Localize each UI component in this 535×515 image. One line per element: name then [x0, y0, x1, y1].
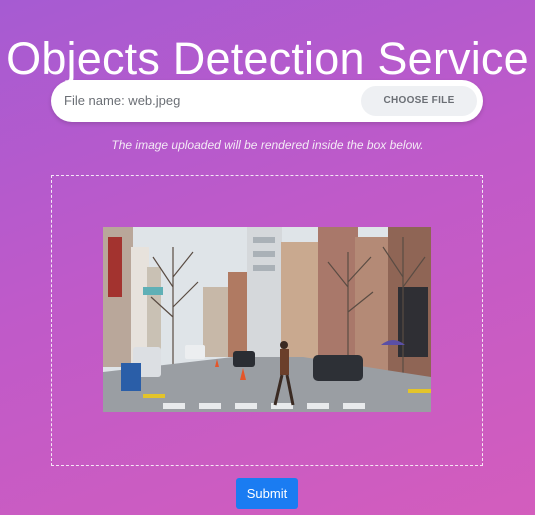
file-input[interactable]: File name: web.jpeg CHOOSE FILE: [51, 80, 483, 122]
submit-button[interactable]: Submit: [236, 478, 298, 509]
upload-hint: The image uploaded will be rendered insi…: [111, 138, 424, 152]
page-title: Objects Detection Service: [6, 33, 529, 85]
file-name-label: File name: web.jpeg: [64, 93, 181, 108]
street-scene-photo: [103, 227, 431, 412]
uploaded-image-preview: [103, 227, 431, 412]
choose-file-button[interactable]: CHOOSE FILE: [361, 86, 477, 116]
